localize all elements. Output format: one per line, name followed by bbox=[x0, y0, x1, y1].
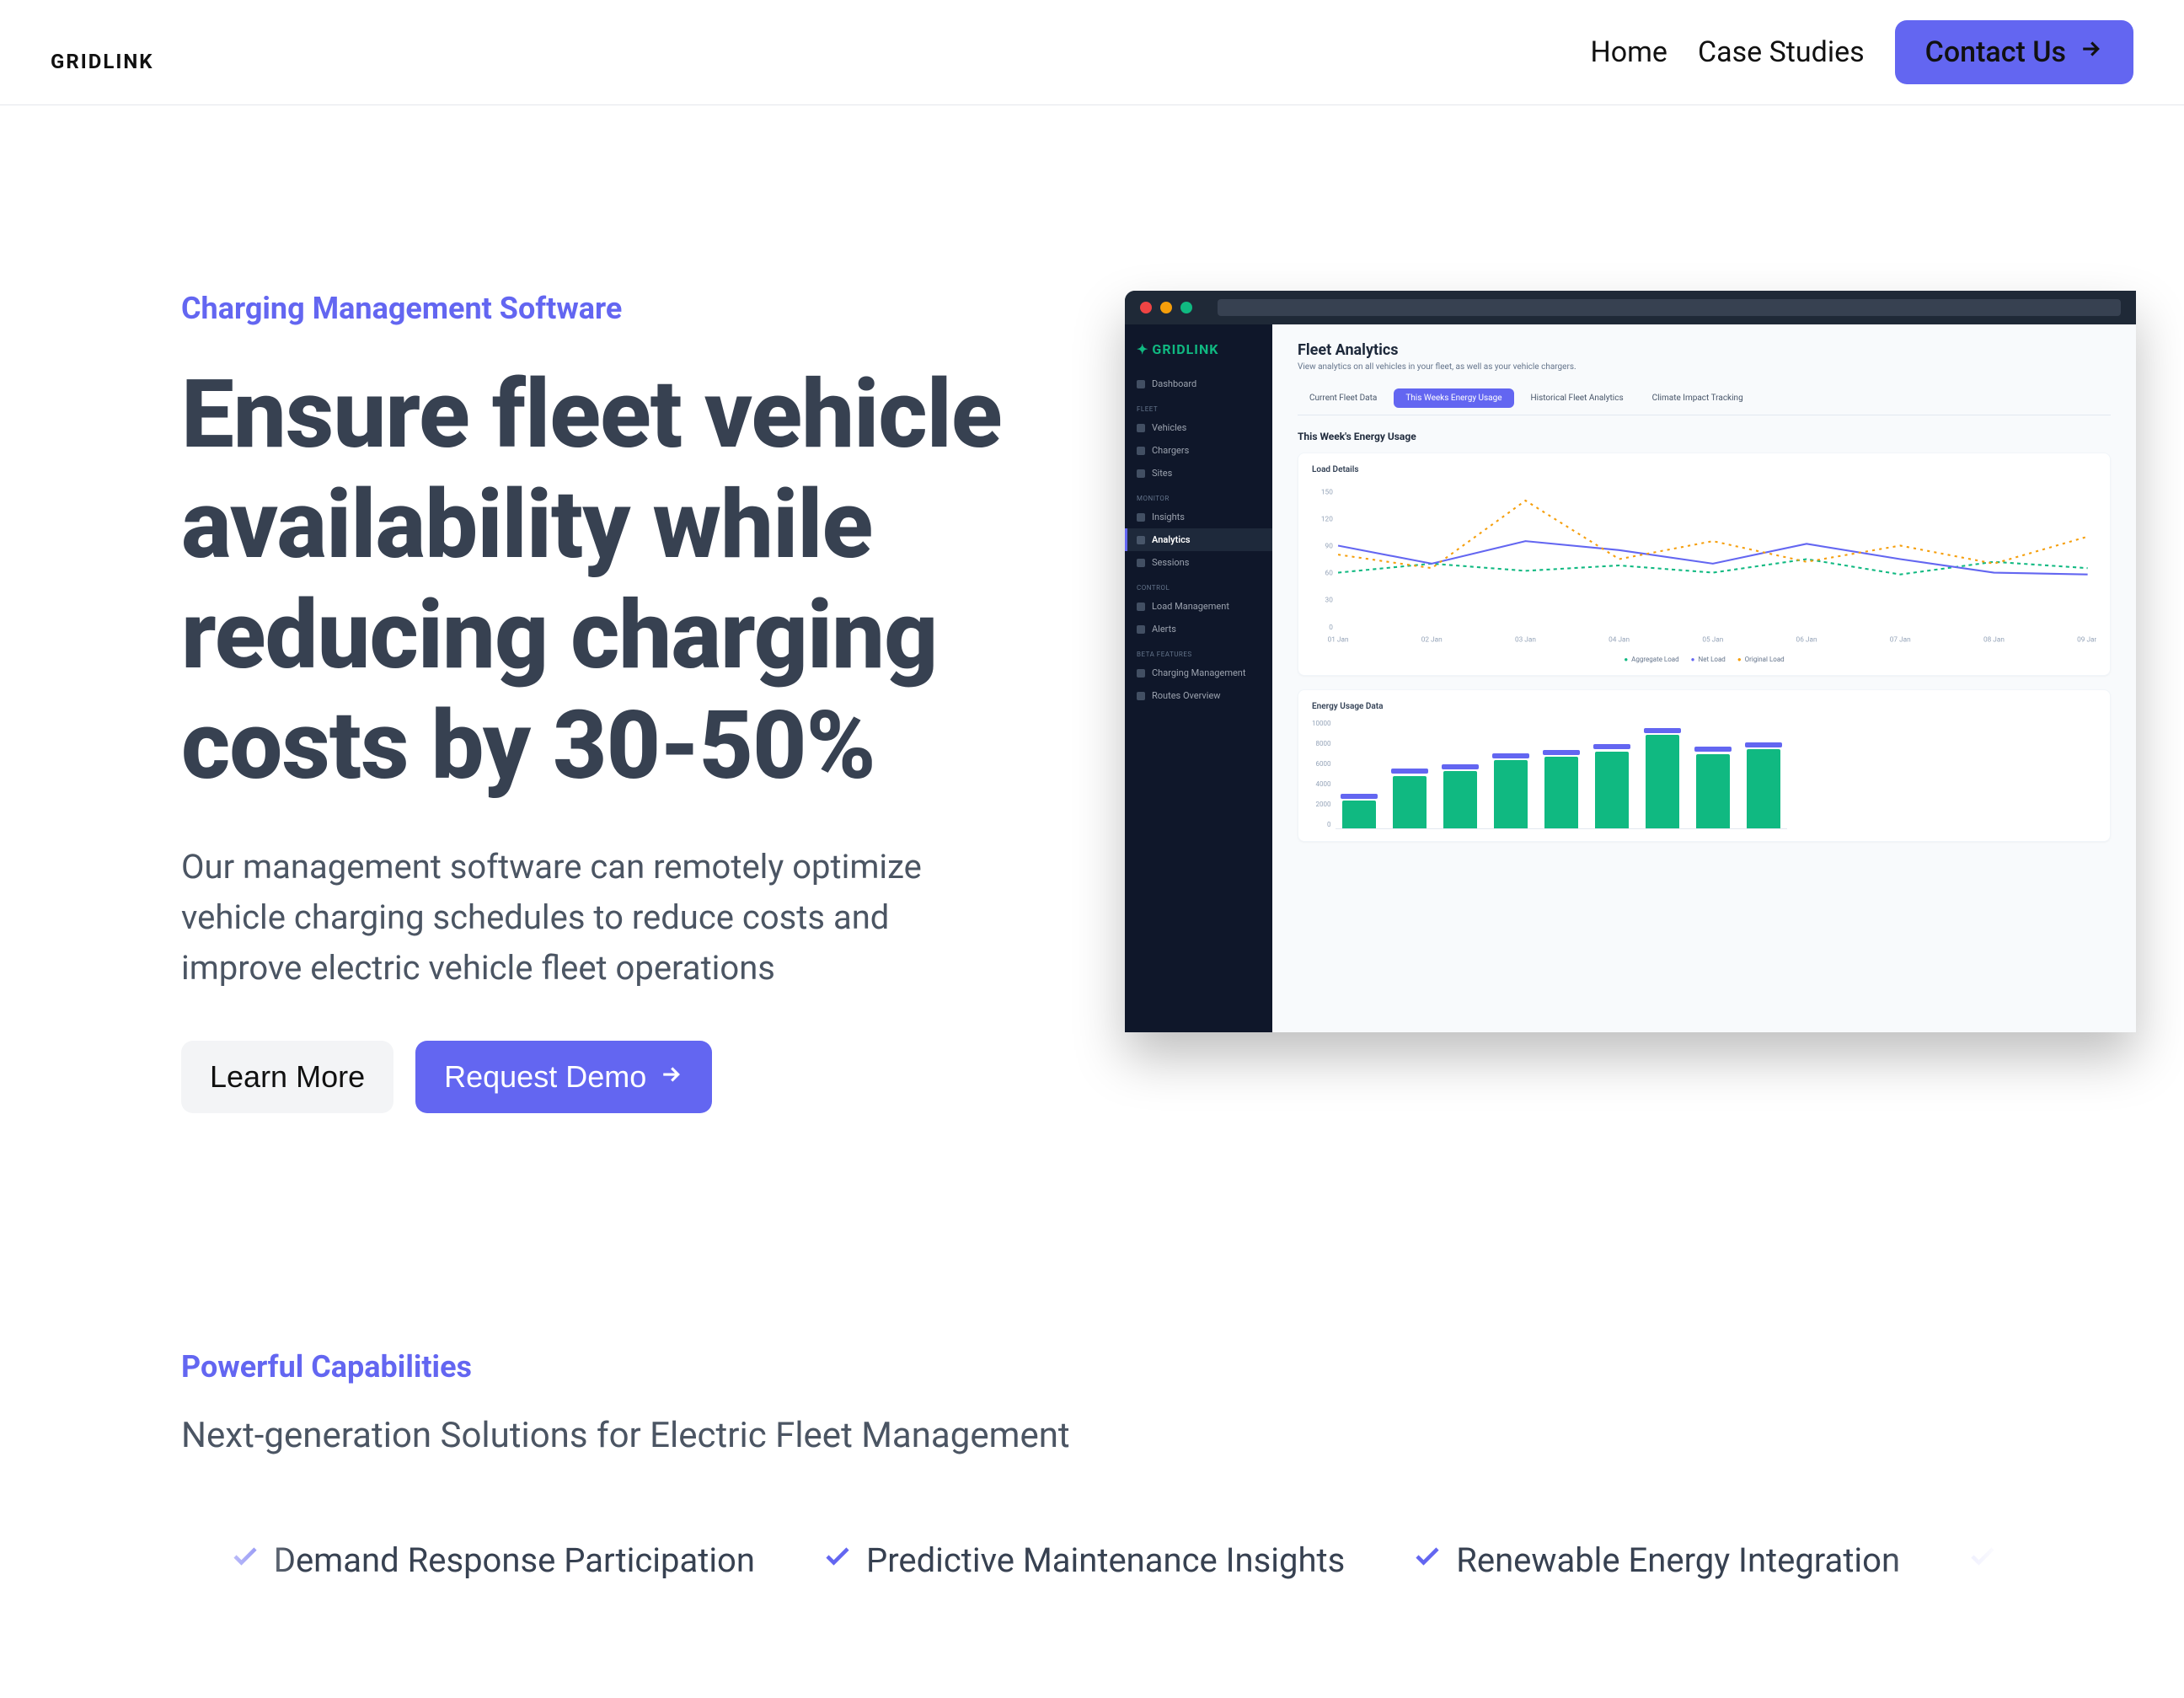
ticker-item: Renewable Energy Integration bbox=[1412, 1540, 1900, 1580]
load-details-chart: Load Details 0 30 60 90 120 150 01 Jan 02 Jan 03… bbox=[1298, 453, 2111, 676]
brand-logo[interactable]: GRIDLINK bbox=[51, 32, 154, 73]
svg-text:0: 0 bbox=[1329, 624, 1333, 632]
product-screenshot: ✦ GRIDLINK Dashboard FLEET Vehicles Char… bbox=[1125, 291, 2184, 1032]
gauge-icon bbox=[1137, 603, 1145, 611]
plug-icon bbox=[1137, 447, 1145, 455]
app-logo: ✦ GRIDLINK bbox=[1137, 341, 1261, 357]
hero-subtitle: Our management software can remotely opt… bbox=[181, 842, 1007, 994]
sidebar-section-fleet: FLEET bbox=[1125, 395, 1272, 416]
capabilities-subtitle: Next-generation Solutions for Electric F… bbox=[181, 1415, 2003, 1456]
svg-text:08 Jan: 08 Jan bbox=[1983, 635, 2005, 644]
app-main: Fleet Analytics View analytics on all ve… bbox=[1272, 324, 2136, 1032]
capabilities-eyebrow: Powerful Capabilities bbox=[181, 1349, 2003, 1385]
energy-usage-chart: Energy Usage Data 1000080006000400020000 bbox=[1298, 689, 2111, 842]
svg-text:03 Jan: 03 Jan bbox=[1515, 635, 1536, 644]
svg-text:120: 120 bbox=[1321, 516, 1333, 524]
car-icon bbox=[1137, 424, 1145, 432]
capabilities-ticker: tion Demand Response Participation Predi… bbox=[181, 1540, 2003, 1580]
request-demo-label: Request Demo bbox=[444, 1059, 646, 1095]
ticker-item: Demand Response Participation bbox=[230, 1540, 755, 1580]
svg-text:04 Jan: 04 Jan bbox=[1609, 635, 1630, 644]
tab-current-fleet[interactable]: Current Fleet Data bbox=[1298, 388, 1389, 408]
traffic-light-min-icon bbox=[1160, 302, 1172, 313]
contact-us-label: Contact Us bbox=[1925, 35, 2066, 69]
grid-icon bbox=[1137, 380, 1145, 388]
bar-chart-svg bbox=[1336, 720, 1787, 829]
traffic-light-max-icon bbox=[1180, 302, 1192, 313]
learn-more-button[interactable]: Learn More bbox=[181, 1041, 393, 1113]
contact-us-button[interactable]: Contact Us bbox=[1895, 20, 2133, 84]
browser-titlebar bbox=[1125, 291, 2136, 324]
site-header: GRIDLINK Home Case Studies Contact Us bbox=[0, 0, 2184, 105]
check-icon bbox=[1967, 1540, 1998, 1580]
nav-home[interactable]: Home bbox=[1590, 35, 1667, 69]
chart-title: Load Details bbox=[1312, 465, 2096, 474]
legend-aggregate: Aggregate Load bbox=[1624, 656, 1678, 663]
svg-text:150: 150 bbox=[1321, 488, 1333, 496]
sidebar-item-routes[interactable]: Routes Overview bbox=[1125, 684, 1272, 707]
bell-icon bbox=[1137, 625, 1145, 634]
svg-text:05 Jan: 05 Jan bbox=[1702, 635, 1723, 644]
svg-text:02 Jan: 02 Jan bbox=[1421, 635, 1443, 644]
sidebar-item-sites[interactable]: Sites bbox=[1125, 462, 1272, 485]
tab-climate[interactable]: Climate Impact Tracking bbox=[1641, 388, 1755, 408]
line-chart-svg: 0 30 60 90 120 150 01 Jan 02 Jan 03 Jan 04 Jan 05 … bbox=[1312, 483, 2096, 649]
building-icon bbox=[1137, 469, 1145, 478]
chart-title: Energy Usage Data bbox=[1312, 702, 2096, 711]
sidebar-section-monitor: MONITOR bbox=[1125, 485, 1272, 506]
sidebar-section-control: CONTROL bbox=[1125, 574, 1272, 595]
bolt-icon bbox=[1137, 669, 1145, 678]
sidebar-item-charging-management[interactable]: Charging Management bbox=[1125, 662, 1272, 684]
route-icon bbox=[1137, 692, 1145, 700]
section-heading: This Week's Energy Usage bbox=[1298, 431, 2111, 442]
traffic-light-close-icon bbox=[1140, 302, 1152, 313]
sidebar-section-beta: BETA FEATURES bbox=[1125, 640, 1272, 662]
browser-url-bar bbox=[1218, 299, 2121, 316]
sidebar-item-vehicles[interactable]: Vehicles bbox=[1125, 416, 1272, 439]
sidebar-item-sessions[interactable]: Sessions bbox=[1125, 551, 1272, 574]
svg-text:90: 90 bbox=[1325, 543, 1334, 551]
bulb-icon bbox=[1137, 513, 1145, 522]
check-icon bbox=[230, 1540, 260, 1580]
svg-text:60: 60 bbox=[1325, 570, 1334, 578]
nav-case-studies[interactable]: Case Studies bbox=[1698, 35, 1865, 69]
sidebar-item-dashboard[interactable]: Dashboard bbox=[1125, 372, 1272, 395]
ticker-item: Deman bbox=[1967, 1540, 2003, 1580]
sidebar-item-alerts[interactable]: Alerts bbox=[1125, 618, 1272, 640]
hero-title: Ensure fleet vehicle availability while … bbox=[181, 360, 1091, 801]
sidebar-item-insights[interactable]: Insights bbox=[1125, 506, 1272, 528]
chart-legend: Aggregate Load Net Load Original Load bbox=[1312, 656, 2096, 663]
check-icon bbox=[1412, 1540, 1443, 1580]
svg-text:06 Jan: 06 Jan bbox=[1796, 635, 1817, 644]
hero-eyebrow: Charging Management Software bbox=[181, 291, 1091, 326]
app-sidebar: ✦ GRIDLINK Dashboard FLEET Vehicles Char… bbox=[1125, 324, 1272, 1032]
bar-chart-yaxis: 1000080006000400020000 bbox=[1312, 720, 1336, 829]
legend-net: Net Load bbox=[1691, 656, 1726, 663]
svg-text:07 Jan: 07 Jan bbox=[1890, 635, 1911, 644]
page-title: Fleet Analytics bbox=[1298, 341, 2111, 359]
primary-nav: Home Case Studies Contact Us bbox=[1590, 20, 2133, 84]
svg-text:01 Jan: 01 Jan bbox=[1328, 635, 1349, 644]
sidebar-item-chargers[interactable]: Chargers bbox=[1125, 439, 1272, 462]
svg-text:30: 30 bbox=[1325, 597, 1334, 605]
request-demo-button[interactable]: Request Demo bbox=[415, 1041, 712, 1113]
capabilities-section: Powerful Capabilities Next-generation So… bbox=[0, 1113, 2184, 1664]
page-description: View analytics on all vehicles in your f… bbox=[1298, 362, 2111, 372]
sidebar-item-load-management[interactable]: Load Management bbox=[1125, 595, 1272, 618]
chart-icon bbox=[1137, 536, 1145, 544]
brand-name: GRIDLINK bbox=[51, 50, 154, 73]
check-icon bbox=[822, 1540, 853, 1580]
analytics-tabs: Current Fleet Data This Weeks Energy Usa… bbox=[1298, 388, 2111, 415]
legend-original: Original Load bbox=[1737, 656, 1785, 663]
sidebar-item-analytics[interactable]: Analytics bbox=[1125, 528, 1272, 551]
ticker-item: Predictive Maintenance Insights bbox=[822, 1540, 1345, 1580]
tab-weeks-energy[interactable]: This Weeks Energy Usage bbox=[1394, 388, 1513, 408]
arrow-right-icon bbox=[658, 1059, 683, 1095]
hero-section: Charging Management Software Ensure flee… bbox=[0, 105, 2184, 1113]
tab-historical[interactable]: Historical Fleet Analytics bbox=[1519, 388, 1635, 408]
arrow-right-icon bbox=[2078, 35, 2103, 69]
svg-text:09 Jan: 09 Jan bbox=[2077, 635, 2096, 644]
clock-icon bbox=[1137, 559, 1145, 567]
